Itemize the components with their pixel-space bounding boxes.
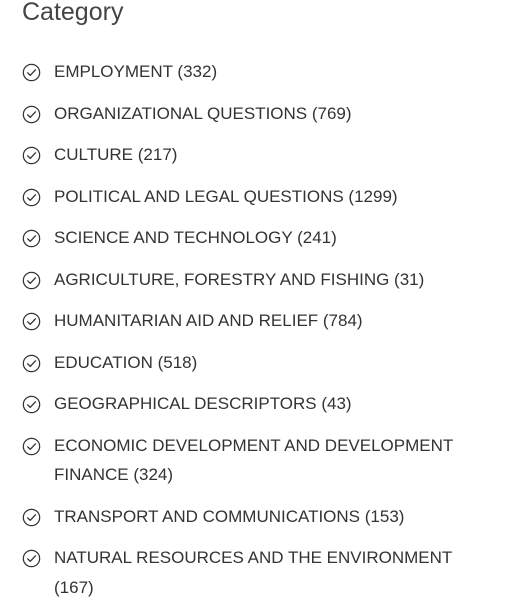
- check-circle-icon: [22, 549, 41, 568]
- category-item-label: NATURAL RESOURCES AND THE ENVIRONMENT (1…: [54, 548, 452, 597]
- check-circle-icon: [22, 188, 41, 206]
- category-facet-list: EMPLOYMENT (332) ORGANIZATIONAL QUESTIONS…: [22, 57, 502, 614]
- check-circle-icon: [22, 437, 41, 455]
- category-item-label: SCIENCE AND TECHNOLOGY (241): [54, 228, 337, 247]
- category-item-culture[interactable]: CULTURE (217): [22, 140, 502, 170]
- category-item-transport-and-communications[interactable]: TRANSPORT AND COMMUNICATIONS (153): [22, 502, 502, 532]
- check-circle-icon: [22, 271, 41, 289]
- category-item-label: EMPLOYMENT (332): [54, 62, 218, 81]
- check-circle-icon: [22, 63, 41, 82]
- category-item-natural-resources-and-the-environment[interactable]: NATURAL RESOURCES AND THE ENVIRONMENT (1…: [22, 543, 502, 602]
- category-item-organizational-questions[interactable]: ORGANIZATIONAL QUESTIONS (769): [22, 99, 502, 129]
- category-item-science-and-technology[interactable]: SCIENCE AND TECHNOLOGY (241): [22, 223, 502, 253]
- facet-title: Category: [22, 0, 124, 26]
- check-circle-icon: [22, 508, 41, 526]
- category-item-label: TRANSPORT AND COMMUNICATIONS (153): [54, 506, 405, 526]
- category-item-label: POLITICAL AND LEGAL QUESTIONS (1299): [54, 186, 398, 206]
- check-circle-icon: [22, 312, 41, 331]
- category-item-label: ECONOMIC DEVELOPMENT AND DEVELOPMENT FIN…: [54, 435, 453, 485]
- category-item-label: HUMANITARIAN AID AND RELIEF (784): [54, 311, 363, 330]
- category-item-label: AGRICULTURE, FORESTRY AND FISHING (31): [54, 269, 425, 289]
- category-item-political-and-legal-questions[interactable]: POLITICAL AND LEGAL QUESTIONS (1299): [22, 182, 502, 212]
- category-item-label: EDUCATION (518): [54, 352, 198, 372]
- category-item-economic-development-and-development-finance[interactable]: ECONOMIC DEVELOPMENT AND DEVELOPMENT FIN…: [22, 431, 502, 490]
- category-item-label: GEOGRAPHICAL DESCRIPTORS (43): [54, 394, 352, 413]
- check-circle-icon: [22, 105, 41, 123]
- check-circle-icon: [22, 395, 41, 414]
- category-item-label: CULTURE (217): [54, 145, 178, 164]
- category-item-label: ORGANIZATIONAL QUESTIONS (769): [54, 103, 352, 123]
- check-circle-icon: [22, 146, 41, 165]
- category-item-agriculture-forestry-and-fishing[interactable]: AGRICULTURE, FORESTRY AND FISHING (31): [22, 265, 502, 295]
- category-item-employment[interactable]: EMPLOYMENT (332): [22, 57, 502, 87]
- category-item-geographical-descriptors[interactable]: GEOGRAPHICAL DESCRIPTORS (43): [22, 389, 502, 419]
- check-circle-icon: [22, 229, 41, 248]
- category-item-education[interactable]: EDUCATION (518): [22, 348, 502, 378]
- check-circle-icon: [22, 354, 41, 372]
- category-item-humanitarian-aid-and-relief[interactable]: HUMANITARIAN AID AND RELIEF (784): [22, 306, 502, 336]
